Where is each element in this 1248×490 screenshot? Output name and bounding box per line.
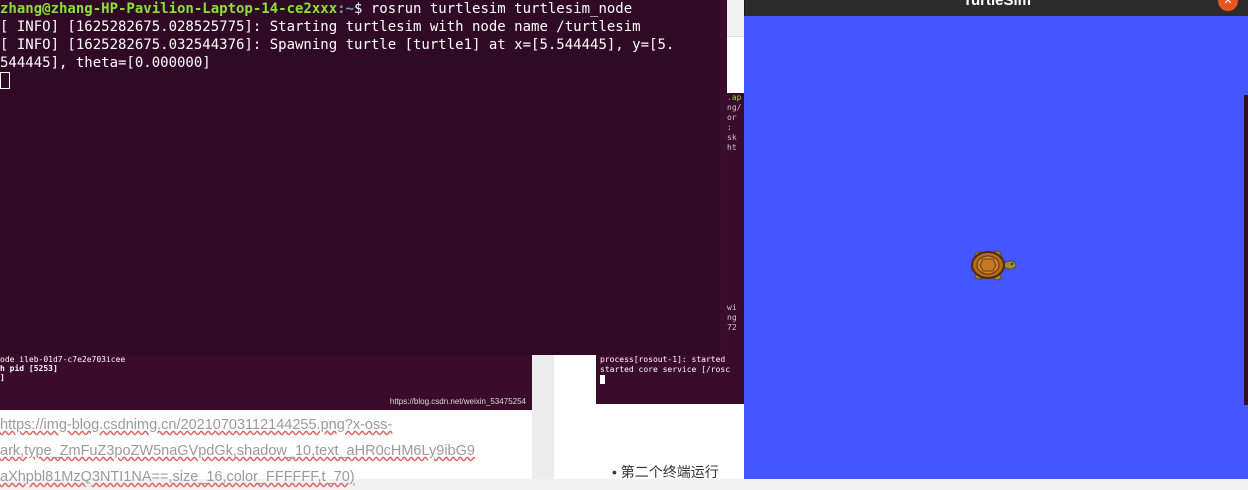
terminal-command: rosrun turtlesim turtlesim_node (370, 1, 633, 17)
turtle-icon (970, 250, 1018, 287)
bullet-text: 第二个终端运行 (620, 464, 719, 480)
url-line: https://img-blog.csdnimg.cn/202107031121… (0, 417, 393, 433)
shot-line: h pid [5253] (0, 364, 58, 373)
prompt-dollar: $ (354, 1, 371, 17)
log-line: [ INFO] [1625282675.032544376]: Spawning… (0, 37, 675, 53)
log-line: 544445], theta=[0.000000] (0, 55, 211, 71)
shot-line: ode ileb-01d7-c7e2e703icee (0, 355, 126, 364)
terminal-scrollbar[interactable] (720, 0, 727, 355)
background-strip (1244, 95, 1248, 405)
blog-bullet-item: • 第二个终端运行 (612, 464, 719, 480)
turtlesim-titlebar[interactable]: TurtleSim ✕ (744, 0, 1248, 16)
log-line: [ INFO] [1625282675.028525775]: Starting… (0, 19, 641, 35)
blog-gutter (532, 355, 554, 479)
terminal-cursor (0, 72, 10, 89)
prompt-user: zhang@zhang-HP-Pavilion-Laptop-14-ce2xxx (0, 1, 338, 17)
blog-terminal-text: process[rosout-1]: started started core … (600, 355, 730, 387)
window-title: TurtleSim (962, 0, 1032, 9)
term2-line: process[rosout-1]: started (600, 355, 726, 364)
blog-terminal-image: ode ileb-01d7-c7e2e703icee h pid [5253] … (0, 355, 532, 410)
markdown-image-url[interactable]: https://img-blog.csdnimg.cn/202107031121… (0, 412, 532, 490)
watermark: https://blog.csdn.net/weixin_53475254 (389, 397, 526, 406)
terminal-window[interactable]: zhang@zhang-HP-Pavilion-Laptop-14-ce2xxx… (0, 0, 720, 355)
prompt-path: :~ (337, 1, 355, 17)
url-line: aXhpbl81MzQ3NTI1NA==,size_16,color_FFFFF… (0, 469, 355, 485)
turtlesim-canvas[interactable] (744, 16, 1248, 479)
shot-line: ] (0, 373, 5, 382)
close-button[interactable]: ✕ (1218, 0, 1238, 11)
term2-line: started core service [/rosc (600, 365, 731, 374)
turtlesim-window[interactable]: TurtleSim ✕ (744, 0, 1248, 479)
term2-cursor (600, 375, 605, 384)
url-line: ark,type_ZmFuZ3poZW5naGVpdGk,shadow_10,t… (0, 443, 475, 459)
terminal-output[interactable]: zhang@zhang-HP-Pavilion-Laptop-14-ce2xxx… (0, 0, 674, 91)
